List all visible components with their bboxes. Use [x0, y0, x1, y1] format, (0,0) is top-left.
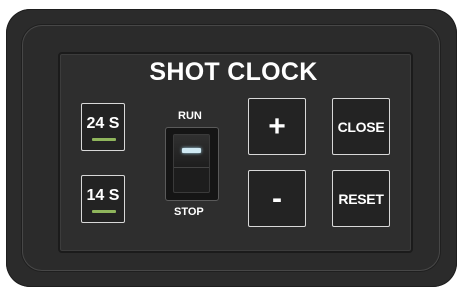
- close-label: CLOSE: [337, 118, 385, 135]
- switch-run-label: RUN: [178, 110, 202, 122]
- close-button[interactable]: CLOSE: [332, 98, 390, 155]
- switch-stop-label: STOP: [174, 206, 204, 218]
- plus-icon: +: [268, 109, 286, 143]
- rocker-top: [174, 135, 209, 168]
- preset-24s-led: [92, 138, 116, 141]
- run-indicator-light: [182, 148, 201, 153]
- panel-title: SHOT CLOCK: [149, 58, 318, 86]
- preset-24s-label: 24 S: [86, 115, 120, 132]
- minus-button[interactable]: -: [248, 170, 306, 227]
- reset-label: RESET: [338, 190, 384, 207]
- preset-14s-led: [92, 210, 116, 213]
- preset-14s-label: 14 S: [86, 187, 120, 204]
- preset-14s-button[interactable]: 14 S: [81, 175, 125, 223]
- preset-24s-button[interactable]: 24 S: [81, 103, 125, 151]
- reset-button[interactable]: RESET: [332, 170, 390, 227]
- minus-icon: -: [272, 181, 282, 215]
- run-stop-switch[interactable]: [165, 127, 219, 201]
- plus-button[interactable]: +: [248, 98, 306, 155]
- rocker: [173, 134, 210, 193]
